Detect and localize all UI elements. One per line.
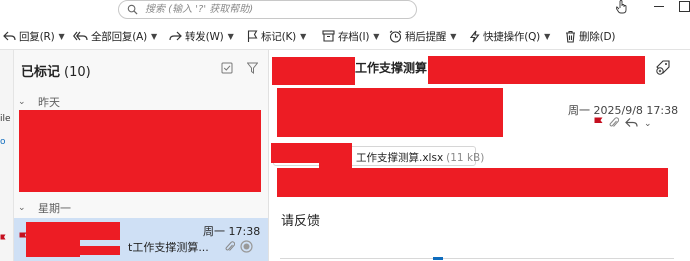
quick-actions-label: 快捷操作(Q) <box>483 30 541 43</box>
archive-button[interactable]: 存档(I) ▼ <box>322 27 379 45</box>
archive-icon <box>322 30 335 42</box>
chevron-down-icon[interactable]: ▼ <box>151 32 157 41</box>
snooze-button[interactable]: 稍后提醒 ▼ <box>389 27 456 45</box>
redacted-block <box>272 57 355 85</box>
delete-icon <box>566 30 575 43</box>
divider <box>280 258 674 259</box>
forward-label: 转发(W) <box>185 30 224 43</box>
email-date: 周一 2025/9/8 17:38 <box>568 104 679 117</box>
chevron-down-icon: ⌄ <box>18 97 26 107</box>
reply-all-label: 全部回复(A) <box>91 30 147 43</box>
group-header-monday[interactable]: ⌄ 星期一 <box>18 200 71 216</box>
redacted-block <box>80 246 120 255</box>
paperclip-icon <box>225 241 235 251</box>
maximize-button[interactable] <box>676 0 690 14</box>
group-label: 昨天 <box>38 96 60 109</box>
hand-cursor-icon <box>616 0 627 14</box>
reply-label: 回复(R) <box>19 30 55 43</box>
group-label: 星期一 <box>38 202 71 215</box>
redacted-block <box>428 56 645 84</box>
attachment-size: (11 kB) <box>446 152 485 164</box>
reading-pane: 工作支撑测算 周一 2025/9/8 17:38 ⌄ 工作支撑测算.xlsx (1… <box>270 50 690 261</box>
title-bar <box>0 0 690 22</box>
chevron-down-icon[interactable]: ▼ <box>544 32 550 41</box>
forward-button[interactable]: 转发(W) ▼ <box>169 27 234 45</box>
flag-button[interactable]: 标记(K) ▼ <box>247 27 306 45</box>
list-item[interactable] <box>19 110 261 192</box>
select-all-icon[interactable] <box>221 62 233 74</box>
chevron-down-icon[interactable]: ▼ <box>373 32 379 41</box>
chevron-down-icon[interactable]: ▼ <box>300 32 306 41</box>
sender-redacted <box>277 88 503 137</box>
reply-button[interactable]: 回复(R) ▼ <box>3 27 65 45</box>
reply-all-icon <box>73 31 88 41</box>
email-body: 请反馈 <box>281 214 321 229</box>
status-circle-icon[interactable] <box>240 240 253 253</box>
tag-icon[interactable] <box>655 59 671 75</box>
search-input[interactable] <box>145 2 405 17</box>
delete-button[interactable]: 删除(D) <box>565 27 615 45</box>
flag-label: 标记(K) <box>261 30 297 43</box>
scroll-indicator <box>433 257 443 260</box>
filter-icon[interactable] <box>247 62 258 74</box>
message-time: 周一 17:38 <box>203 225 261 238</box>
chevron-down-icon[interactable]: ▼ <box>59 32 65 41</box>
delete-label: 删除(D) <box>579 30 616 43</box>
header-actions: ⌄ <box>594 116 658 132</box>
chevron-down-icon: ⌄ <box>18 203 26 213</box>
chevron-down-icon[interactable]: ⌄ <box>644 119 652 129</box>
reply-icon <box>3 31 16 41</box>
message-count: (10) <box>64 65 91 80</box>
paperclip-icon <box>609 116 620 132</box>
snooze-label: 稍后提醒 <box>405 30 447 43</box>
group-header-yesterday[interactable]: ⌄ 昨天 <box>18 94 60 110</box>
forward-icon <box>169 31 182 41</box>
list-item-selected[interactable]: 周一 17:38 t工作支撑测算... <box>14 218 268 261</box>
flag-icon <box>0 234 6 244</box>
quick-action-icon <box>469 30 480 42</box>
message-list: 已标记 (10) ⌄ 昨天 ⌄ 星期一 周一 17:38 t工作支撑测算... <box>14 50 269 261</box>
message-subject: t工作支撑测算... <box>128 241 209 254</box>
redacted-block <box>277 168 668 197</box>
archive-label: 存档(I) <box>338 30 370 43</box>
reply-icon[interactable] <box>625 117 638 131</box>
search-icon <box>127 4 138 15</box>
attachment-name: 工作支撑测算.xlsx (11 kB) <box>356 150 484 165</box>
reply-all-button[interactable]: 全部回复(A) ▼ <box>73 27 157 45</box>
command-toolbar: 回复(R) ▼ 全部回复(A) ▼ 转发(W) ▼ 标记(K) ▼ 存档(I) … <box>0 22 690 50</box>
redacted-block <box>19 110 261 192</box>
redacted-block <box>26 236 80 257</box>
folder-pane-edge[interactable]: ile o <box>0 50 14 261</box>
email-subject: 工作支撑测算 <box>355 61 428 75</box>
attachment-filename: 工作支撑测算.xlsx <box>356 152 444 164</box>
chevron-down-icon[interactable]: ▼ <box>450 32 456 41</box>
chevron-down-icon[interactable]: ▼ <box>228 32 234 41</box>
minimize-button[interactable] <box>651 0 667 14</box>
folder-name: 已标记 <box>21 65 61 80</box>
snooze-icon <box>389 30 402 43</box>
search-box[interactable] <box>118 0 417 19</box>
flag-icon[interactable] <box>594 117 603 131</box>
folder-fragment: o <box>0 137 6 147</box>
flag-icon <box>247 29 258 42</box>
list-title: 已标记 (10) <box>21 61 91 80</box>
folder-fragment: ile <box>0 114 11 124</box>
quick-actions-button[interactable]: 快捷操作(Q) ▼ <box>469 27 550 45</box>
